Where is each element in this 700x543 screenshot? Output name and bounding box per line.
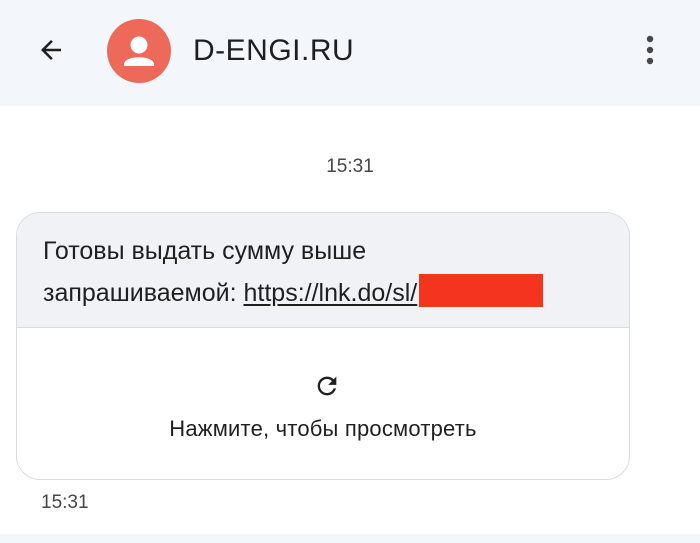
compose-area-edge — [0, 534, 700, 543]
message-line-1: Готовы выдать сумму выше — [43, 237, 367, 265]
message-line-2-text: запрашиваемой: — [43, 279, 244, 307]
message-bubble[interactable]: Готовы выдать сумму выше запрашиваемой: … — [16, 212, 630, 480]
preview-label: Нажмите, чтобы просмотреть — [169, 416, 477, 441]
redaction-block — [419, 274, 544, 307]
more-vert-icon — [646, 35, 654, 65]
message-timestamp: 15:31 — [41, 492, 89, 513]
conversation-timestamp: 15:31 — [326, 156, 374, 177]
refresh-icon — [317, 376, 337, 396]
contact-name: D-ENGI.RU — [193, 34, 355, 67]
message-link[interactable]: https://lnk.do/sl/ — [244, 279, 418, 307]
link-preview-button[interactable]: Нажмите, чтобы просмотреть — [17, 327, 629, 479]
more-options-button[interactable] — [630, 27, 670, 73]
message-text: Готовы выдать сумму выше запрашиваемой: … — [17, 213, 629, 327]
arrow-back-icon — [41, 40, 61, 60]
back-button[interactable] — [28, 27, 74, 73]
person-icon — [124, 36, 154, 66]
avatar[interactable] — [107, 19, 171, 83]
message-line-2: запрашиваемой: https://lnk.do/sl/ — [43, 272, 603, 314]
top-app-bar: D-ENGI.RU — [0, 0, 700, 106]
